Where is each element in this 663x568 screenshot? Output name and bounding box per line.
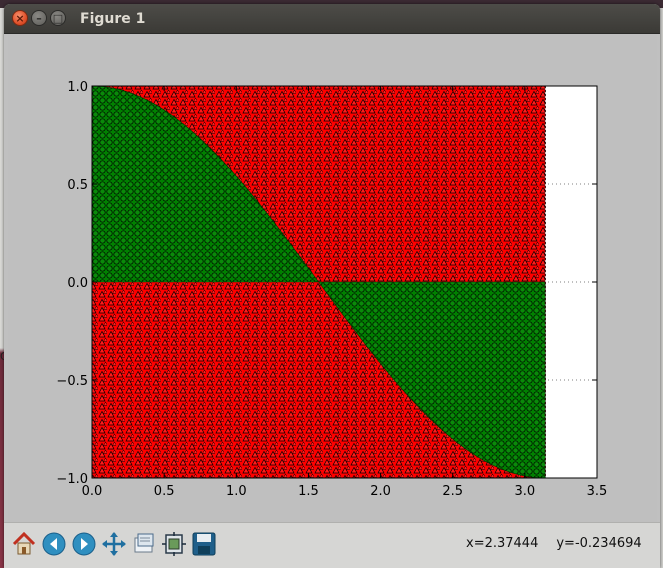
figure-canvas[interactable]: 0.0 0.5 1.0 1.5 2.0 2.5 3.0 3.5 1.0 0.5 0.0 −0.5 −1.… bbox=[8, 34, 657, 522]
zoom-button[interactable] bbox=[130, 530, 158, 558]
minimize-icon: – bbox=[36, 12, 42, 25]
forward-button[interactable] bbox=[70, 530, 98, 558]
floppy-disk-icon bbox=[192, 532, 216, 556]
x-tick-label: 2.5 bbox=[442, 484, 463, 499]
window-title: Figure 1 bbox=[80, 11, 146, 27]
window-titlebar[interactable]: × – □ Figure 1 bbox=[4, 4, 660, 34]
subplots-icon bbox=[162, 532, 186, 556]
arrow-left-icon bbox=[42, 532, 66, 556]
home-icon bbox=[12, 531, 36, 555]
arrow-right-icon bbox=[72, 532, 96, 556]
y-tick-label: 1.0 bbox=[67, 80, 88, 95]
maximize-window-button[interactable]: □ bbox=[50, 10, 66, 26]
home-button[interactable] bbox=[10, 530, 38, 558]
x-tick-label: 2.0 bbox=[370, 484, 391, 499]
save-button[interactable] bbox=[190, 530, 218, 558]
maximize-icon: □ bbox=[52, 12, 64, 25]
y-tick-label: 0.0 bbox=[67, 276, 88, 291]
x-tick-label: 3.0 bbox=[515, 484, 536, 499]
x-tick-label: 0.5 bbox=[154, 484, 175, 499]
y-tick-label: 0.5 bbox=[67, 178, 88, 193]
y-tick-label: −1.0 bbox=[56, 472, 88, 487]
y-tick-label: −0.5 bbox=[56, 374, 88, 389]
x-tick-label: 3.5 bbox=[587, 484, 608, 499]
scatter-chart[interactable]: 0.0 0.5 1.0 1.5 2.0 2.5 3.0 3.51.00.50.0−0.5−1.… bbox=[8, 34, 657, 522]
figure-window: × – □ Figure 1 0.0 0.5 1.0 1.5 2.0 2.5 3… bbox=[4, 4, 660, 568]
subplots-button[interactable] bbox=[160, 530, 188, 558]
x-tick-label: 1.0 bbox=[226, 484, 247, 499]
minimize-window-button[interactable]: – bbox=[31, 10, 47, 26]
close-icon: × bbox=[15, 12, 25, 25]
back-button[interactable] bbox=[40, 530, 68, 558]
zoom-rect-icon bbox=[134, 533, 154, 553]
x-coordinate-readout: x=2.37444 bbox=[466, 536, 539, 551]
move-arrows-icon bbox=[102, 532, 126, 556]
navigation-toolbar: x=2.37444 y=-0.234694 bbox=[4, 522, 660, 568]
cursor-coordinates: x=2.37444 y=-0.234694 bbox=[466, 536, 660, 551]
x-tick-label: 1.5 bbox=[298, 484, 319, 499]
data-points bbox=[92, 86, 546, 478]
y-coordinate-readout: y=-0.234694 bbox=[556, 536, 642, 551]
close-window-button[interactable]: × bbox=[12, 10, 28, 26]
pan-button[interactable] bbox=[100, 530, 128, 558]
